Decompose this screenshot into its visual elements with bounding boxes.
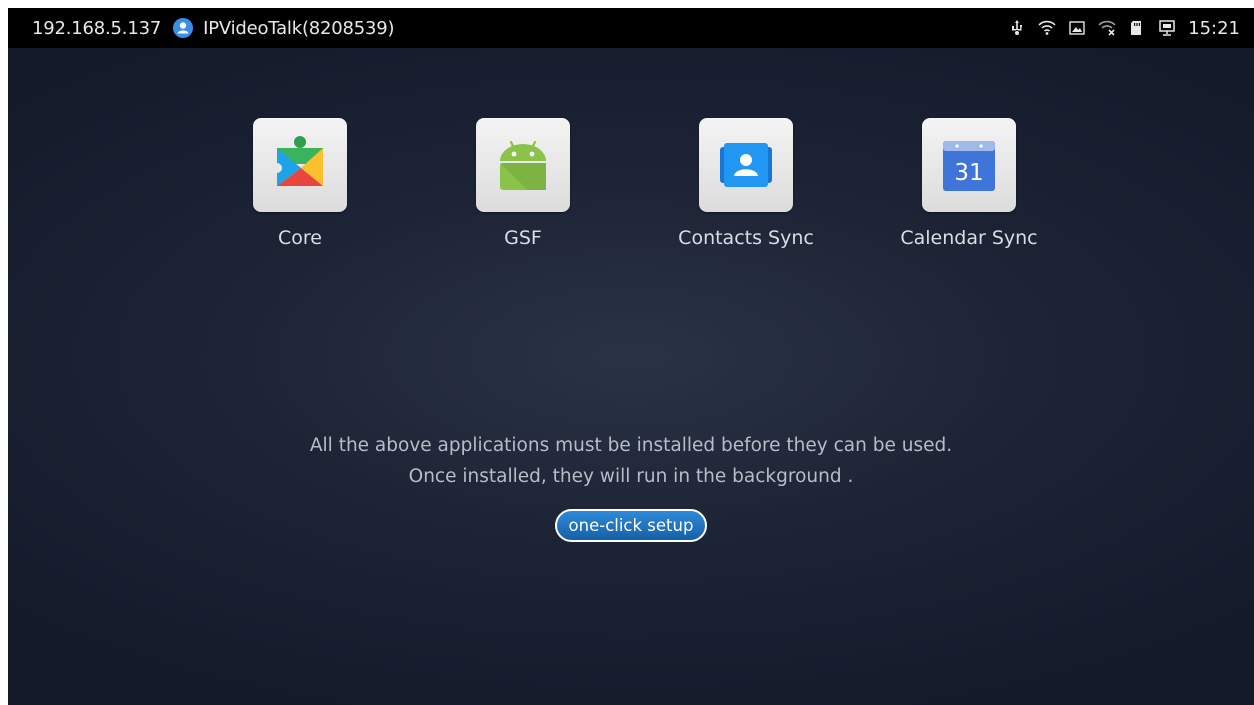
app-tile-core[interactable] — [253, 118, 347, 212]
android-icon — [500, 140, 546, 190]
install-message: All the above applications must be insta… — [8, 430, 1254, 492]
app-contacts-sync[interactable]: Contacts Sync — [646, 118, 846, 249]
message-line-2: Once installed, they will run in the bac… — [408, 466, 854, 487]
app-label-calendar-sync: Calendar Sync — [900, 227, 1038, 249]
app-grid: Core GSF Contacts Sync 31 Calendar Sync — [8, 8, 1254, 308]
app-tile-calendar-sync[interactable]: 31 — [922, 118, 1016, 212]
app-label-core: Core — [278, 227, 322, 249]
app-label-contacts-sync: Contacts Sync — [678, 227, 814, 249]
app-calendar-sync[interactable]: 31 Calendar Sync — [869, 118, 1069, 249]
app-core[interactable]: Core — [200, 118, 400, 249]
google-play-services-icon — [275, 136, 323, 186]
contacts-icon — [720, 143, 772, 187]
message-line-1: All the above applications must be insta… — [309, 435, 953, 456]
app-label-gsf: GSF — [504, 227, 542, 249]
calendar-icon: 31 — [943, 141, 995, 191]
screen: 192.168.5.137 IPVideoTalk(8208539) 15:21… — [8, 8, 1254, 705]
calendar-day-text: 31 — [954, 160, 983, 186]
one-click-setup-button[interactable]: one-click setup — [555, 509, 707, 542]
app-tile-contacts-sync[interactable] — [699, 118, 793, 212]
app-tile-gsf[interactable] — [476, 118, 570, 212]
app-gsf[interactable]: GSF — [423, 118, 623, 249]
